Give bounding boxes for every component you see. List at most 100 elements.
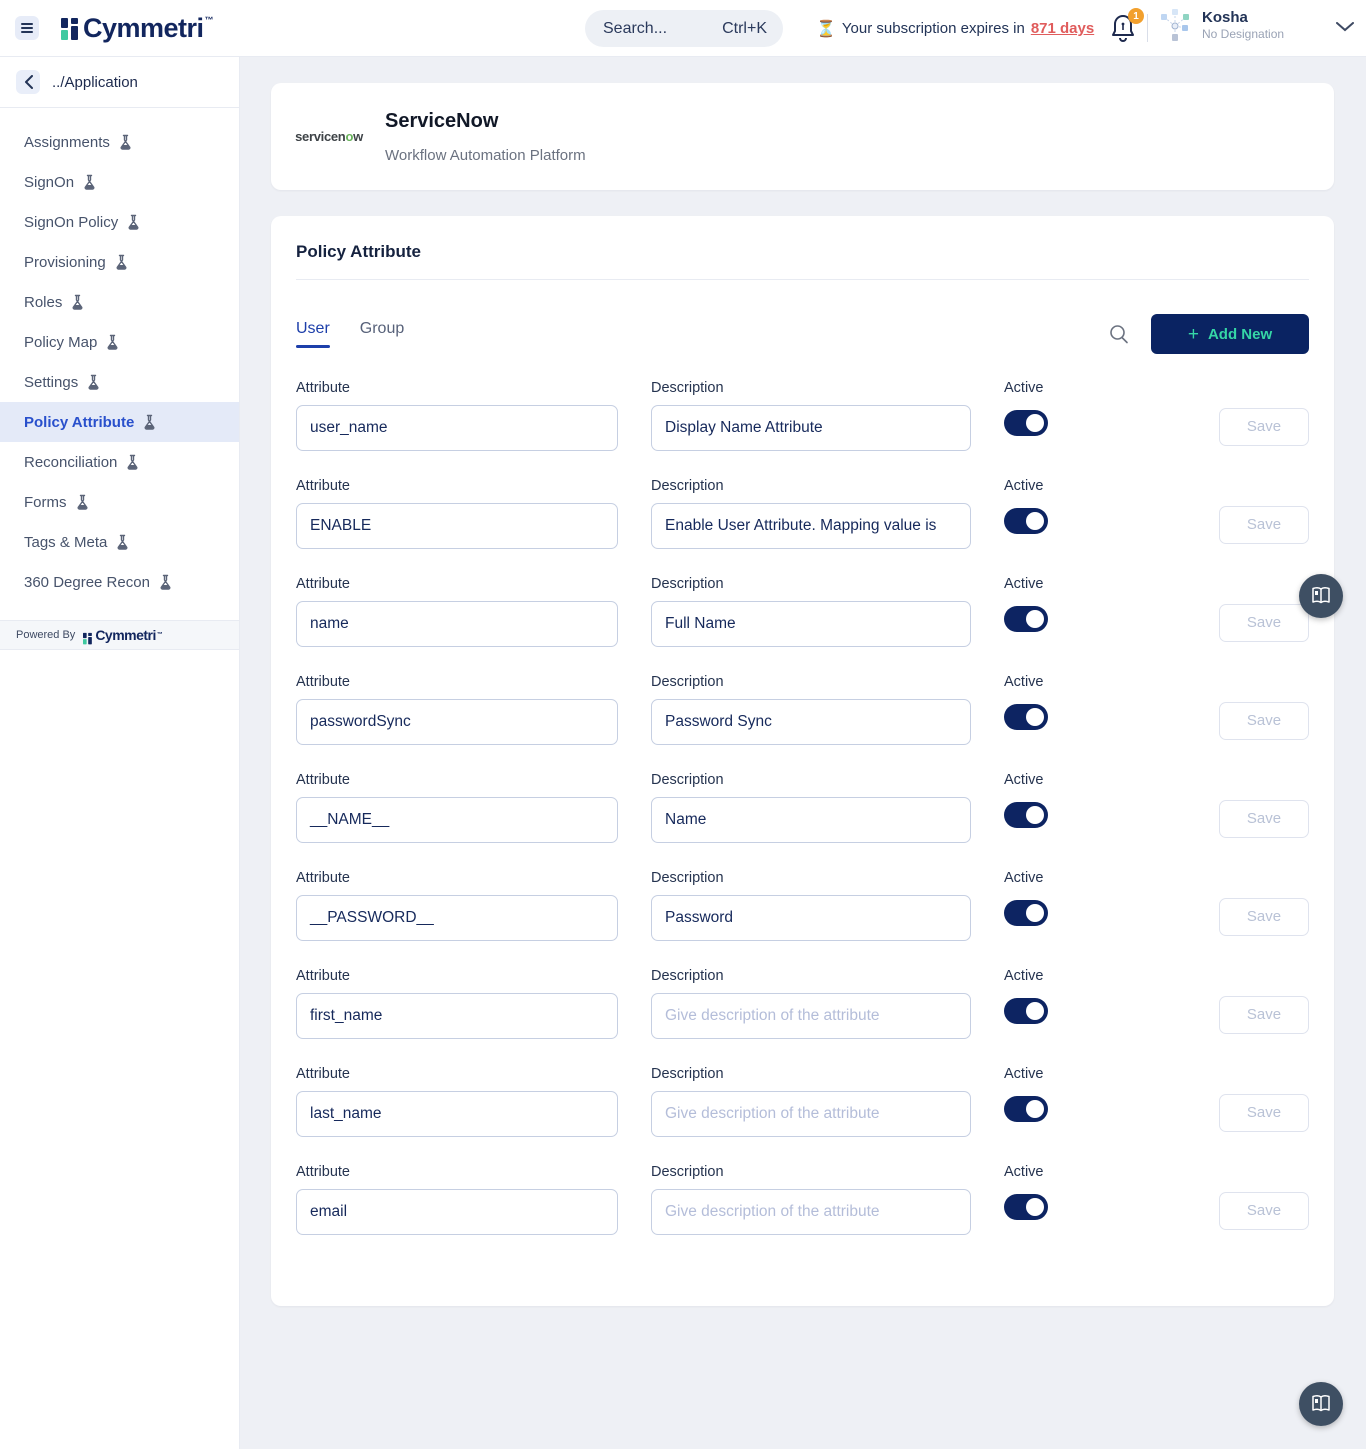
sidebar-item-provisioning[interactable]: Provisioning	[0, 242, 239, 282]
notification-bell-button[interactable]: 1	[1108, 12, 1142, 46]
active-toggle[interactable]	[1004, 704, 1048, 730]
description-label: Description	[651, 576, 971, 592]
flask-icon	[70, 294, 85, 310]
active-toggle[interactable]	[1004, 606, 1048, 632]
attribute-row: Attribute email Description Give descrip…	[296, 1164, 1309, 1235]
search-input[interactable]: Search... Ctrl+K	[585, 10, 783, 47]
sidebar-nav: Assignments SignOn SignOn Policy Provisi…	[0, 108, 239, 602]
flask-icon	[105, 334, 120, 350]
attribute-input[interactable]: __PASSWORD__	[296, 895, 618, 941]
sidebar-item-reconciliation[interactable]: Reconciliation	[0, 442, 239, 482]
sidebar: ../Application Assignments SignOn SignOn…	[0, 57, 240, 1449]
active-toggle[interactable]	[1004, 1096, 1048, 1122]
active-toggle[interactable]	[1004, 1194, 1048, 1220]
description-label: Description	[651, 870, 971, 886]
active-label: Active	[1004, 674, 1186, 690]
save-button[interactable]: Save	[1219, 1192, 1309, 1230]
sidebar-item-policy-map[interactable]: Policy Map	[0, 322, 239, 362]
save-button[interactable]: Save	[1219, 604, 1309, 642]
description-label: Description	[651, 380, 971, 396]
active-toggle[interactable]	[1004, 998, 1048, 1024]
active-label: Active	[1004, 380, 1186, 396]
search-button[interactable]	[1109, 324, 1129, 344]
chevron-down-icon[interactable]	[1336, 22, 1354, 32]
attribute-row: Attribute user_name Description Display …	[296, 380, 1309, 451]
save-button[interactable]: Save	[1219, 898, 1309, 936]
active-label: Active	[1004, 870, 1186, 886]
open-book-icon	[1310, 586, 1332, 606]
active-toggle[interactable]	[1004, 900, 1048, 926]
active-label: Active	[1004, 1164, 1186, 1180]
flask-icon	[142, 414, 157, 430]
active-label: Active	[1004, 772, 1186, 788]
chevron-left-icon	[24, 75, 33, 89]
description-input[interactable]: Give description of the attribute	[651, 993, 971, 1039]
sidebar-item-forms[interactable]: Forms	[0, 482, 239, 522]
attribute-row: Attribute first_name Description Give de…	[296, 968, 1309, 1039]
attribute-input[interactable]: first_name	[296, 993, 618, 1039]
attribute-input[interactable]: user_name	[296, 405, 618, 451]
add-new-button[interactable]: + Add New	[1151, 314, 1309, 354]
attribute-row: Attribute __NAME__ Description Name Acti…	[296, 772, 1309, 843]
sidebar-item-signon-policy[interactable]: SignOn Policy	[0, 202, 239, 242]
attribute-input[interactable]: name	[296, 601, 618, 647]
open-book-icon	[1310, 1394, 1332, 1414]
docs-fab-bottom[interactable]	[1299, 1382, 1343, 1426]
description-label: Description	[651, 772, 971, 788]
sidebar-item-roles[interactable]: Roles	[0, 282, 239, 322]
brand-name: Cymmetri	[83, 15, 204, 42]
attribute-input[interactable]: __NAME__	[296, 797, 618, 843]
cymmetri-logo: Cymmetri ™	[61, 15, 214, 42]
divider	[296, 279, 1309, 280]
description-label: Description	[651, 968, 971, 984]
attribute-input[interactable]: last_name	[296, 1091, 618, 1137]
description-input[interactable]: Give description of the attribute	[651, 1091, 971, 1137]
top-header: Cymmetri ™ Search... Ctrl+K ⏳ Your subsc…	[0, 0, 1366, 57]
tab-group[interactable]: Group	[360, 320, 404, 348]
save-button[interactable]: Save	[1219, 996, 1309, 1034]
user-menu[interactable]: Kosha No Designation	[1156, 6, 1354, 44]
description-input[interactable]: Display Name Attribute	[651, 405, 971, 451]
save-button[interactable]: Save	[1219, 506, 1309, 544]
app-title: ServiceNow	[385, 110, 586, 133]
policy-attribute-card: Policy Attribute User Group + Add New At…	[271, 216, 1334, 1306]
description-input[interactable]: Password	[651, 895, 971, 941]
sidebar-item-assignments[interactable]: Assignments	[0, 122, 239, 162]
attribute-input[interactable]: email	[296, 1189, 618, 1235]
avatar	[1156, 6, 1194, 44]
hamburger-menu-icon[interactable]	[15, 16, 39, 40]
attribute-row: Attribute last_name Description Give des…	[296, 1066, 1309, 1137]
flask-icon	[115, 534, 130, 550]
description-input[interactable]: Enable User Attribute. Mapping value is	[651, 503, 971, 549]
header-divider	[1147, 14, 1148, 42]
description-input[interactable]: Give description of the attribute	[651, 1189, 971, 1235]
active-toggle[interactable]	[1004, 802, 1048, 828]
hourglass-icon: ⏳	[816, 19, 836, 39]
sidebar-item-tags-meta[interactable]: Tags & Meta	[0, 522, 239, 562]
docs-fab-top[interactable]	[1299, 574, 1343, 618]
tabs-row: User Group + Add New	[296, 312, 1309, 356]
attribute-row: Attribute name Description Full Name Act…	[296, 576, 1309, 647]
attribute-label: Attribute	[296, 1164, 618, 1180]
subscription-days-link[interactable]: 871 days	[1031, 20, 1094, 37]
attribute-input[interactable]: ENABLE	[296, 503, 618, 549]
attribute-row: Attribute passwordSync Description Passw…	[296, 674, 1309, 745]
save-button[interactable]: Save	[1219, 800, 1309, 838]
flask-icon	[114, 254, 129, 270]
description-input[interactable]: Password Sync	[651, 699, 971, 745]
cymmetri-logo-mark-icon	[61, 17, 79, 42]
sidebar-item-signon[interactable]: SignOn	[0, 162, 239, 202]
sidebar-item-policy-attribute[interactable]: Policy Attribute	[0, 402, 239, 442]
sidebar-item-360-degree-recon[interactable]: 360 Degree Recon	[0, 562, 239, 602]
back-button[interactable]	[16, 70, 40, 94]
attribute-input[interactable]: passwordSync	[296, 699, 618, 745]
description-input[interactable]: Name	[651, 797, 971, 843]
active-toggle[interactable]	[1004, 410, 1048, 436]
save-button[interactable]: Save	[1219, 408, 1309, 446]
active-toggle[interactable]	[1004, 508, 1048, 534]
sidebar-item-settings[interactable]: Settings	[0, 362, 239, 402]
description-input[interactable]: Full Name	[651, 601, 971, 647]
save-button[interactable]: Save	[1219, 1094, 1309, 1132]
tab-user[interactable]: User	[296, 320, 330, 348]
save-button[interactable]: Save	[1219, 702, 1309, 740]
